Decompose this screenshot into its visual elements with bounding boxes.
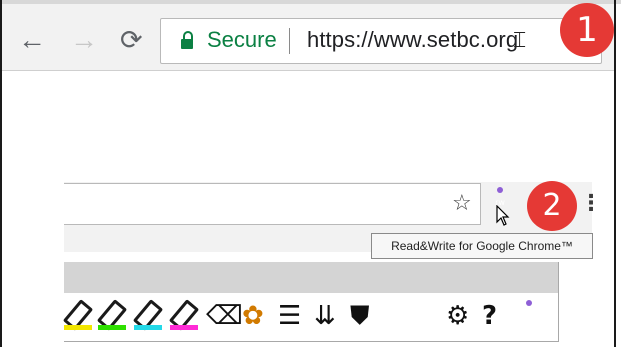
highlighter-yellow-icon[interactable] bbox=[62, 299, 94, 331]
readwrite-toolbar-header bbox=[64, 262, 559, 293]
step-badge-2: 2 bbox=[527, 181, 577, 231]
extension-tooltip: Read&Write for Google Chrome™ bbox=[371, 233, 593, 259]
reload-icon[interactable]: ⟳ bbox=[120, 26, 143, 54]
highlighter-pink-icon[interactable] bbox=[168, 299, 200, 331]
text-cursor-icon: ⌶ bbox=[513, 27, 527, 52]
address-bar[interactable]: Secure https://www.setbc.org ⌶ bbox=[160, 18, 602, 64]
dictionary-icon[interactable]: ⛊ bbox=[350, 301, 370, 331]
lock-icon bbox=[181, 31, 193, 49]
vocabulary-list-icon[interactable]: ☰ bbox=[278, 301, 301, 331]
settings-gear-icon[interactable]: ⚙ bbox=[446, 301, 469, 331]
step-badge-1: 1 bbox=[560, 3, 614, 57]
secure-label: Secure bbox=[207, 27, 277, 52]
back-arrow-icon[interactable]: ← bbox=[18, 26, 46, 54]
collect-highlights-icon[interactable]: ✿ bbox=[242, 301, 264, 331]
bookmark-star-icon[interactable]: ☆ bbox=[452, 190, 472, 216]
text-sort-icon[interactable]: ⇊ bbox=[314, 301, 336, 331]
chrome-menu-icon[interactable]: ⋮ bbox=[580, 190, 602, 216]
mouse-pointer-icon bbox=[496, 205, 510, 226]
highlighter-green-icon[interactable] bbox=[96, 299, 128, 331]
frame-border-right bbox=[614, 0, 616, 347]
url-text[interactable]: https://www.setbc.org bbox=[307, 27, 518, 53]
address-bar-zoomed[interactable] bbox=[64, 183, 481, 225]
clear-highlights-icon[interactable]: ⌫ bbox=[206, 301, 243, 331]
help-question-icon[interactable]: ? bbox=[482, 301, 497, 331]
address-divider bbox=[289, 28, 290, 54]
highlighter-cyan-icon[interactable] bbox=[132, 299, 164, 331]
forward-arrow-icon[interactable]: → bbox=[70, 26, 98, 54]
readwrite-toolbar: ⌫ ✿ ☰ ⇊ ⛊ ⚙ ? rw bbox=[62, 293, 559, 342]
browser-toolbar: ← → ⟳ Secure https://www.setbc.org ⌶ bbox=[2, 4, 614, 71]
